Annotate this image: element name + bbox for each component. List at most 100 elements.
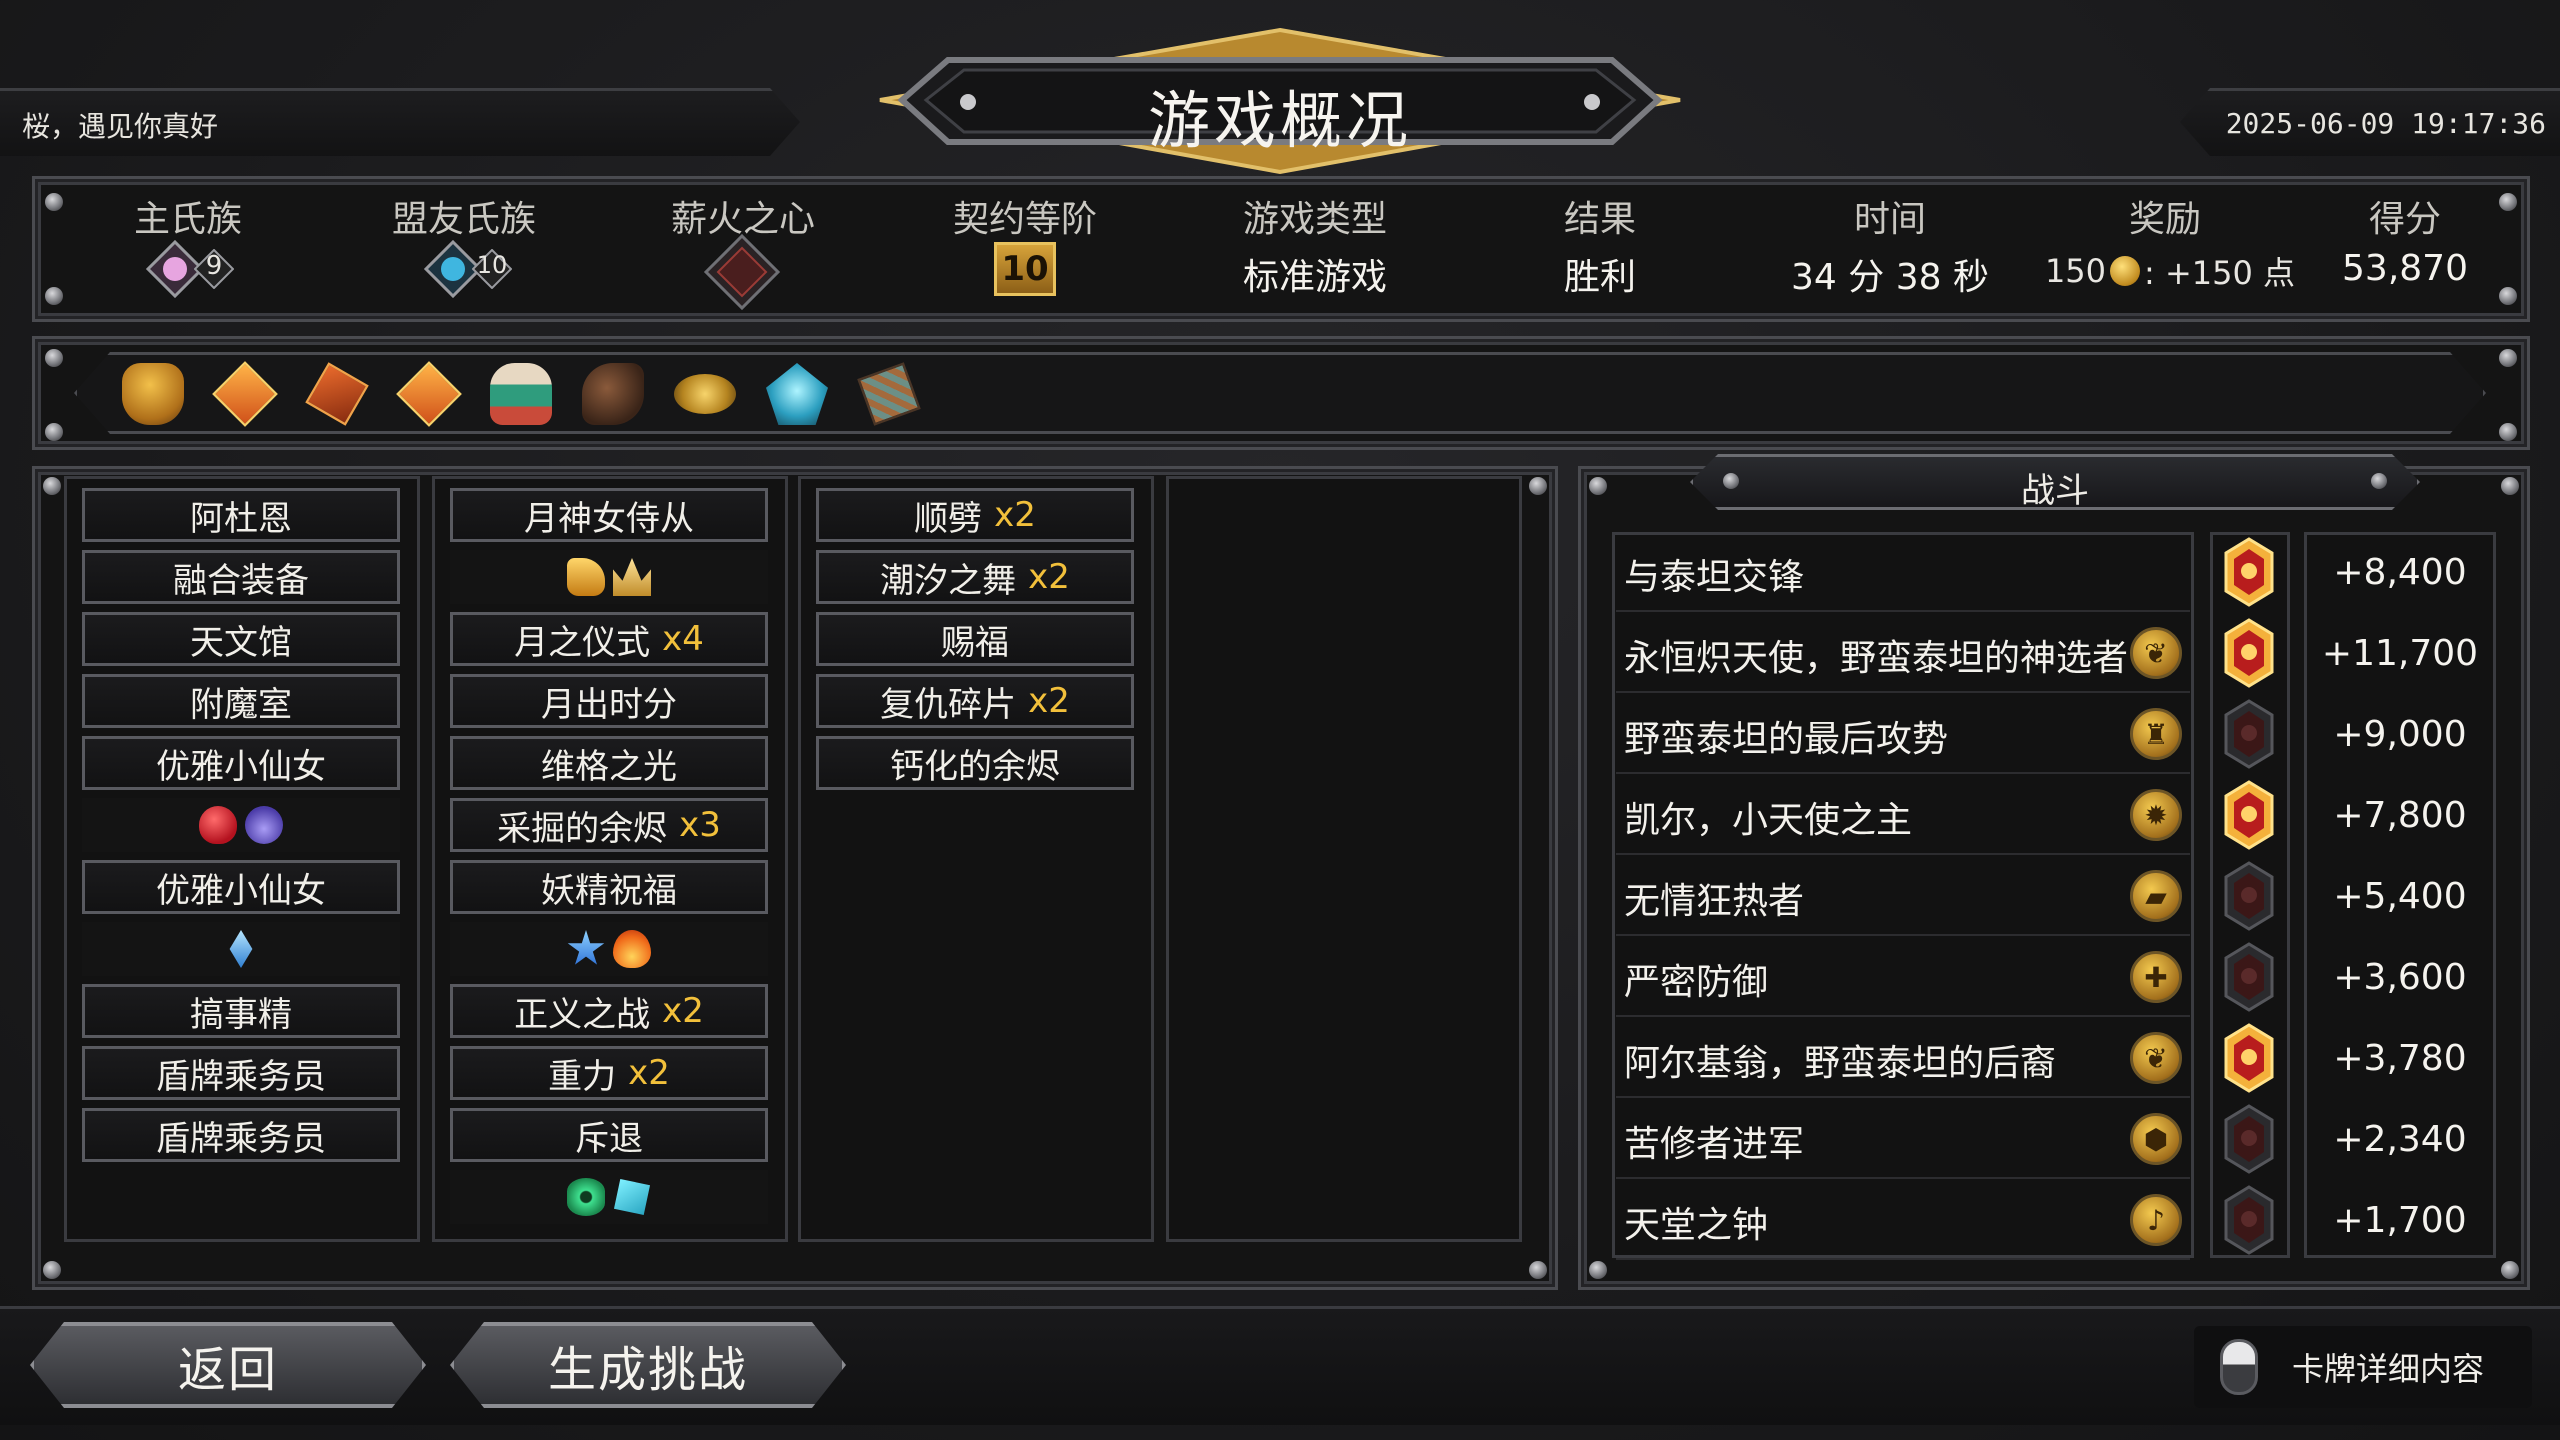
covenant-badge[interactable]: 10 <box>994 242 1056 296</box>
boss-icon <box>2212 939 2286 1015</box>
card-name: 附魔室 <box>190 684 292 725</box>
artifact-icon[interactable] <box>674 374 736 414</box>
deck-card[interactable]: 钙化的余烬 <box>816 736 1134 790</box>
artifact-icon[interactable] <box>490 363 552 425</box>
deck-card[interactable]: 正义之战 x2 <box>450 984 768 1038</box>
boss-icon <box>2212 858 2286 934</box>
ally-clan-level: 10 <box>476 251 508 279</box>
boss-icon <box>2212 615 2286 691</box>
page-title: 游戏概况 <box>1147 84 1412 157</box>
card-icon[interactable] <box>613 1178 651 1216</box>
card-count: x3 <box>679 805 721 845</box>
deck-card[interactable]: 优雅小仙女 <box>82 860 400 914</box>
greeting-text: 桜，遇见你真好 <box>22 110 219 143</box>
battle-row[interactable]: 永恒炽天使，野蛮泰坦的神选者 ❦ <box>1616 615 2190 693</box>
mode-value: 标准游戏 <box>1242 257 1387 298</box>
deck-card[interactable]: 潮汐之舞 x2 <box>816 550 1134 604</box>
card-name: 潮汐之舞 <box>880 560 1017 601</box>
battle-name: 严密防御 <box>1624 962 1769 1003</box>
deck-card[interactable]: 妖精祝福 <box>450 860 768 914</box>
deck-card[interactable]: 阿杜恩 <box>82 488 400 542</box>
deck-card[interactable]: 月神女侍从 <box>450 488 768 542</box>
battle-score: +8,400 <box>2333 551 2467 593</box>
deck-card[interactable]: 搞事精 <box>82 984 400 1038</box>
deck-card[interactable]: 斥退 <box>450 1108 768 1162</box>
deck-card[interactable]: 月出时分 <box>450 674 768 728</box>
card-name: 月之仪式 <box>514 622 651 663</box>
deck-card[interactable]: 赐福 <box>816 612 1134 666</box>
boot-icon[interactable] <box>567 558 605 596</box>
deck-card[interactable]: 融合装备 <box>82 550 400 604</box>
time-label: 时间 <box>1853 199 1926 240</box>
card-name: 月神女侍从 <box>524 498 694 539</box>
card-name: 维格之光 <box>541 746 677 787</box>
deck-card[interactable]: 维格之光 <box>450 736 768 790</box>
pyre-heart-icon[interactable] <box>702 232 782 312</box>
artifact-icon[interactable] <box>582 363 644 425</box>
deck-card[interactable]: 采掘的余烬 x3 <box>450 798 768 852</box>
deck-card[interactable]: 附魔室 <box>82 674 400 728</box>
eye-icon[interactable] <box>567 1178 605 1216</box>
flame-icon[interactable] <box>613 930 651 968</box>
battle-row[interactable]: 无情狂热者 ▰ <box>1616 858 2190 936</box>
card-name: 盾牌乘务员 <box>156 1056 326 1097</box>
battle-row[interactable]: 天堂之钟 ♪ <box>1616 1182 2190 1260</box>
battle-score: +11,700 <box>2321 632 2479 674</box>
star-icon[interactable] <box>567 930 605 965</box>
crown-icon[interactable] <box>613 558 651 596</box>
ally-clan-badge[interactable]: 10 <box>424 240 534 298</box>
card-name: 妖精祝福 <box>541 870 677 911</box>
card-details-button[interactable]: 卡牌详细内容 <box>2194 1326 2532 1408</box>
time-value: 34 分 38 秒 <box>1791 257 1989 298</box>
artifact-icon[interactable] <box>212 361 278 427</box>
battle-row[interactable]: 野蛮泰坦的最后攻势 ♜ <box>1616 696 2190 774</box>
artifact-icon[interactable] <box>122 363 184 425</box>
horns-icon[interactable] <box>245 806 283 844</box>
artifact-icon[interactable] <box>396 361 462 427</box>
card-count: x2 <box>1028 557 1070 597</box>
mouse-icon <box>2220 1339 2258 1395</box>
deck-card[interactable]: 盾牌乘务员 <box>82 1046 400 1100</box>
deck-card[interactable]: 盾牌乘务员 <box>82 1108 400 1162</box>
card-upgrade-icons <box>450 550 768 604</box>
artifact-icon[interactable] <box>766 363 828 425</box>
card-name: 复仇碎片 <box>880 684 1017 725</box>
deck-card[interactable]: 月之仪式 x4 <box>450 612 768 666</box>
card-count: x2 <box>662 991 704 1031</box>
battle-name: 凯尔，小天使之主 <box>1624 800 1913 841</box>
boss-icon <box>2212 534 2286 610</box>
back-button[interactable]: 返回 <box>30 1322 426 1408</box>
battle-row[interactable]: 凯尔，小天使之主 ✹ <box>1616 777 2190 855</box>
artifact-icon[interactable] <box>857 362 921 426</box>
card-upgrade-icons <box>450 1170 768 1224</box>
deck-card[interactable]: 优雅小仙女 <box>82 736 400 790</box>
battle-row[interactable]: 苦修者进军 ⬢ <box>1616 1101 2190 1179</box>
datetime-text: 2025-06-09 19:17:36 <box>2225 107 2546 140</box>
battle-row[interactable]: 严密防御 ✚ <box>1616 939 2190 1017</box>
card-count: x4 <box>662 619 704 659</box>
battle-title-plate: 战斗 <box>1690 454 2420 510</box>
deck-card[interactable]: 复仇碎片 x2 <box>816 674 1134 728</box>
crystal-icon[interactable] <box>229 930 253 968</box>
battle-title: 战斗 <box>2021 471 2089 511</box>
generate-challenge-label: 生成挑战 <box>547 1342 748 1398</box>
mode-label: 游戏类型 <box>1242 199 1387 240</box>
deck-card[interactable]: 重力 x2 <box>450 1046 768 1100</box>
artifact-icon[interactable] <box>305 362 369 426</box>
battle-row[interactable]: 与泰坦交锋 <box>1616 534 2190 612</box>
card-name: 搞事精 <box>190 994 292 1035</box>
heart-icon[interactable] <box>199 806 237 844</box>
deck-card[interactable]: 天文馆 <box>82 612 400 666</box>
main-clan-level: 9 <box>205 251 223 281</box>
battle-row[interactable]: 阿尔基翁，野蛮泰坦的后裔 ❦ <box>1616 1020 2190 1098</box>
card-name: 正义之战 <box>514 994 651 1035</box>
reward-label: 奖励 <box>2128 199 2201 240</box>
battle-name: 天堂之钟 <box>1624 1205 1769 1246</box>
card-name: 优雅小仙女 <box>156 746 326 787</box>
battle-score: +9,000 <box>2333 713 2467 755</box>
generate-challenge-button[interactable]: 生成挑战 <box>450 1322 846 1408</box>
deck-card[interactable]: 顺劈 x2 <box>816 488 1134 542</box>
card-name: 月出时分 <box>541 684 677 725</box>
card-upgrade-icons <box>82 798 400 852</box>
main-clan-badge[interactable]: 9 <box>146 240 256 298</box>
